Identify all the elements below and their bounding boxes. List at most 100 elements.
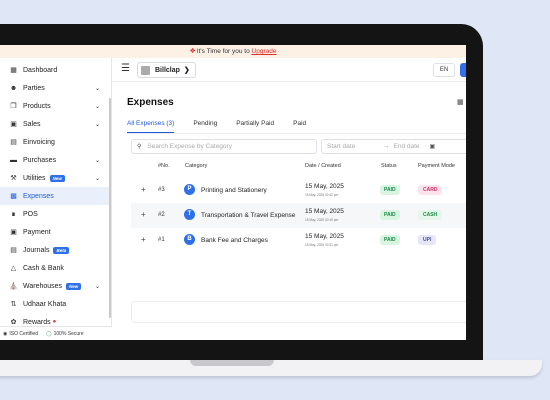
menu-icon[interactable]: ☰ [121,64,130,74]
company-name: Billclap [155,66,180,74]
sidebar-item-label: Udhaar Khata [23,300,67,308]
table-header: #No. Category Date / Created Status Paym… [131,158,466,174]
status-badge: PAID [380,185,400,195]
sidebar-item-payment[interactable]: ▣ Payment [0,223,110,241]
table-row[interactable]: + #2 T Transportation & Travel Expense 1… [131,203,466,228]
box-icon: ❐ [10,103,17,110]
grid-view-icon[interactable]: ▦ [457,98,464,106]
expense-date: 15 May, 2025 [305,233,344,240]
tab-all-expenses[interactable]: All Expenses (3) [127,119,175,133]
sidebar-item-label: Purchases [23,156,57,164]
tab-partially-paid[interactable]: Partially Paid [236,119,274,133]
expense-number: #1 [158,237,165,243]
chevron-right-icon: ❯ [183,67,190,74]
column-header-no: #No. [158,163,170,169]
tab-pending[interactable]: Pending [193,119,217,133]
secure-label: 100% Secure [53,330,84,337]
sidebar-item-label: POS [23,210,38,218]
sidebar-item-label: Rewards [23,318,51,326]
sidebar-item-label: Warehouses [23,282,63,290]
sidebar-item-products[interactable]: ❐ Products ⌄ [0,97,110,115]
sidebar-scrollbar[interactable] [109,98,111,318]
company-switcher[interactable]: Billclap ❯ [137,62,196,78]
chevron-down-icon: ⌄ [94,157,100,164]
shield-icon: ◯ [46,330,52,337]
sidebar-footer: ◉ ISO Certified ◯ 100% Secure [0,326,112,340]
payment-icon: ▣ [10,229,17,236]
sidebar-item-label: Einvoicing [23,138,55,146]
sidebar-item-purchases[interactable]: ▬ Purchases ⌄ [0,151,110,169]
start-date-field[interactable]: Start date [327,143,383,150]
chevron-down-icon: ⌄ [94,85,100,92]
sidebar-item-dashboard[interactable]: ▦ Dashboard [0,61,110,79]
sidebar-item-parties[interactable]: ☻ Parties ⌄ [0,79,110,97]
expense-icon: ▩ [10,193,17,200]
column-header-status: Status [381,163,397,169]
upgrade-link[interactable]: Upgrade [252,48,277,55]
expand-row-icon[interactable]: + [141,236,146,244]
date-range-picker[interactable]: Start date → End date ▣ [321,139,466,154]
new-badge: New [49,174,65,182]
pos-icon: ∎ [11,211,16,218]
sidebar-item-label: Expenses [23,192,54,200]
expense-category: Transportation & Travel Expense [201,212,296,219]
tab-paid[interactable]: Paid [293,119,306,133]
chevron-down-icon: ⌄ [94,175,100,182]
notification-dot: ● [52,319,57,325]
search-placeholder: Search Expense by Category [147,143,232,150]
users-icon: ☻ [9,84,18,92]
ledger-icon: ⇅ [10,301,17,308]
sidebar-item-expenses[interactable]: ▩ Expenses [0,187,110,205]
warehouse-icon: ⛪ [9,283,18,290]
expense-category: Printing and Stationery [201,187,267,194]
table-footer [131,301,466,323]
tabs-divider [127,133,466,134]
purchase-icon: ▬ [10,156,17,164]
table-row[interactable]: + #3 P Printing and Stationery 15 May, 2… [131,178,466,203]
language-selector[interactable]: EN [433,63,455,77]
sidebar-item-warehouses[interactable]: ⛪ Warehouses New ⌄ [0,277,110,295]
sidebar-item-pos[interactable]: ∎ POS [0,205,110,223]
expense-number: #3 [158,187,165,193]
banner-text: It's Time for you to [196,48,252,55]
expense-date: 15 May, 2025 [305,208,344,215]
calendar-icon[interactable]: ▣ [430,143,436,150]
table-row[interactable]: + #1 B Bank Fee and Charges 15 May, 2025… [131,228,466,253]
sidebar-item-sales[interactable]: ▣ Sales ⌄ [0,115,110,133]
iso-icon: ◉ [3,330,8,337]
iso-certified-label: ISO Certified [9,330,38,337]
sidebar: ▦ Dashboard ☻ Parties ⌄ ❐ Products ⌄ ▣ S… [0,58,112,340]
category-avatar: T [184,209,195,220]
sidebar-item-label: Sales [23,120,41,128]
expand-row-icon[interactable]: + [141,186,146,194]
gift-icon: ✿ [10,319,17,326]
sidebar-item-einvoicing[interactable]: ▤ Einvoicing [0,133,110,151]
top-bar: ☰ Billclap ❯ EN [113,58,466,82]
sidebar-item-utilities[interactable]: ⚒ Utilities New ⌄ [0,169,110,187]
expand-row-icon[interactable]: + [141,211,146,219]
expense-created: 15 May, 2025 02:31 pm [305,243,339,247]
sidebar-item-udhaar-khata[interactable]: ⇅ Udhaar Khata [0,295,110,313]
expense-created: 15 May, 2025 02:40 pm [305,218,339,222]
create-button[interactable] [460,63,466,77]
arrow-right-icon: → [383,143,390,150]
main-content: Expenses ▦ All Expenses (3) Pending Part… [113,83,466,340]
sidebar-item-label: Dashboard [23,66,58,74]
beta-badge: Beta [53,246,70,254]
status-badge: PAID [380,235,400,245]
search-input[interactable]: ⚲ Search Expense by Category [131,139,317,154]
payment-mode-badge: CASH [418,210,443,220]
expense-tabs: All Expenses (3) Pending Partially Paid … [127,119,325,133]
chevron-down-icon: ⌄ [94,283,100,290]
expense-number: #2 [158,212,165,218]
sidebar-item-label: Cash & Bank [23,264,64,272]
column-header-category: Category [185,163,208,169]
end-date-field[interactable]: End date [394,143,420,150]
sidebar-item-journals[interactable]: ▤ Journals Beta [0,241,110,259]
chevron-down-icon: ⌄ [94,121,100,128]
sidebar-item-label: Products [23,102,51,110]
company-logo [141,65,150,75]
payment-mode-badge: UPI [418,235,437,245]
document-icon: ▣ [10,121,17,128]
sidebar-item-cash-bank[interactable]: △ Cash & Bank [0,259,110,277]
